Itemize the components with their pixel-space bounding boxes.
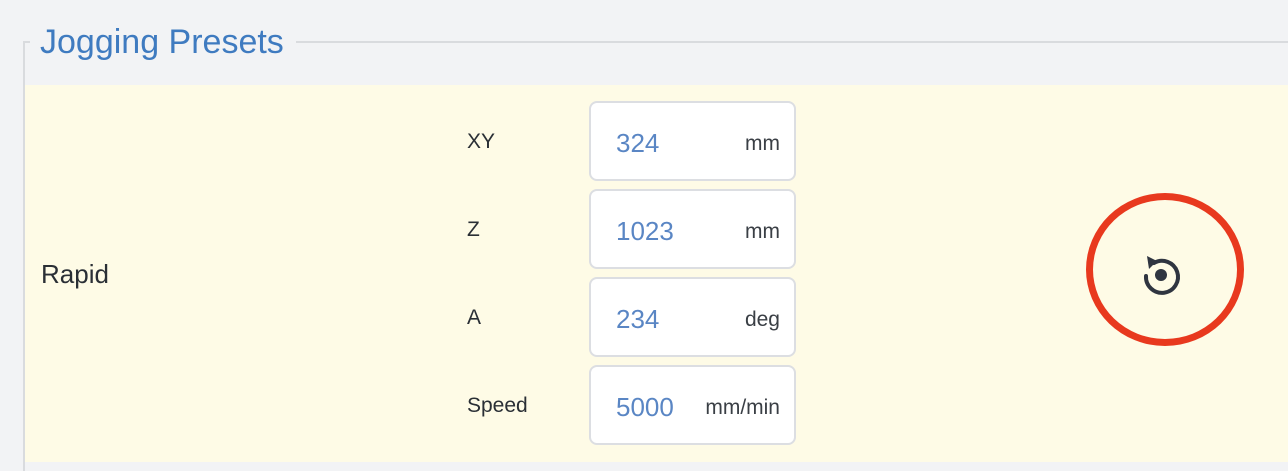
reset-button[interactable]: [1133, 247, 1189, 303]
a-input[interactable]: [616, 301, 706, 337]
z-input-group: mm: [589, 189, 796, 269]
section-title: Jogging Presets: [30, 18, 296, 66]
speed-unit: mm/min: [705, 396, 780, 419]
z-label: Z: [467, 218, 480, 241]
a-input-group: deg: [589, 277, 796, 357]
xy-label: XY: [467, 130, 496, 153]
z-input[interactable]: [616, 213, 706, 249]
a-unit: deg: [744, 308, 780, 331]
jogging-presets-fieldset: Jogging Presets Rapid XY mm Z mm A deg S…: [0, 0, 1288, 471]
xy-unit: mm: [745, 132, 780, 155]
xy-input[interactable]: [616, 125, 706, 161]
a-label: A: [467, 306, 482, 329]
z-unit: mm: [745, 220, 780, 243]
speed-label: Speed: [467, 394, 528, 417]
speed-input-group: mm/min: [589, 365, 796, 445]
reset-icon: [1143, 256, 1180, 295]
xy-input-group: mm: [589, 101, 796, 181]
preset-name: Rapid: [41, 259, 109, 289]
speed-input[interactable]: [616, 389, 706, 425]
